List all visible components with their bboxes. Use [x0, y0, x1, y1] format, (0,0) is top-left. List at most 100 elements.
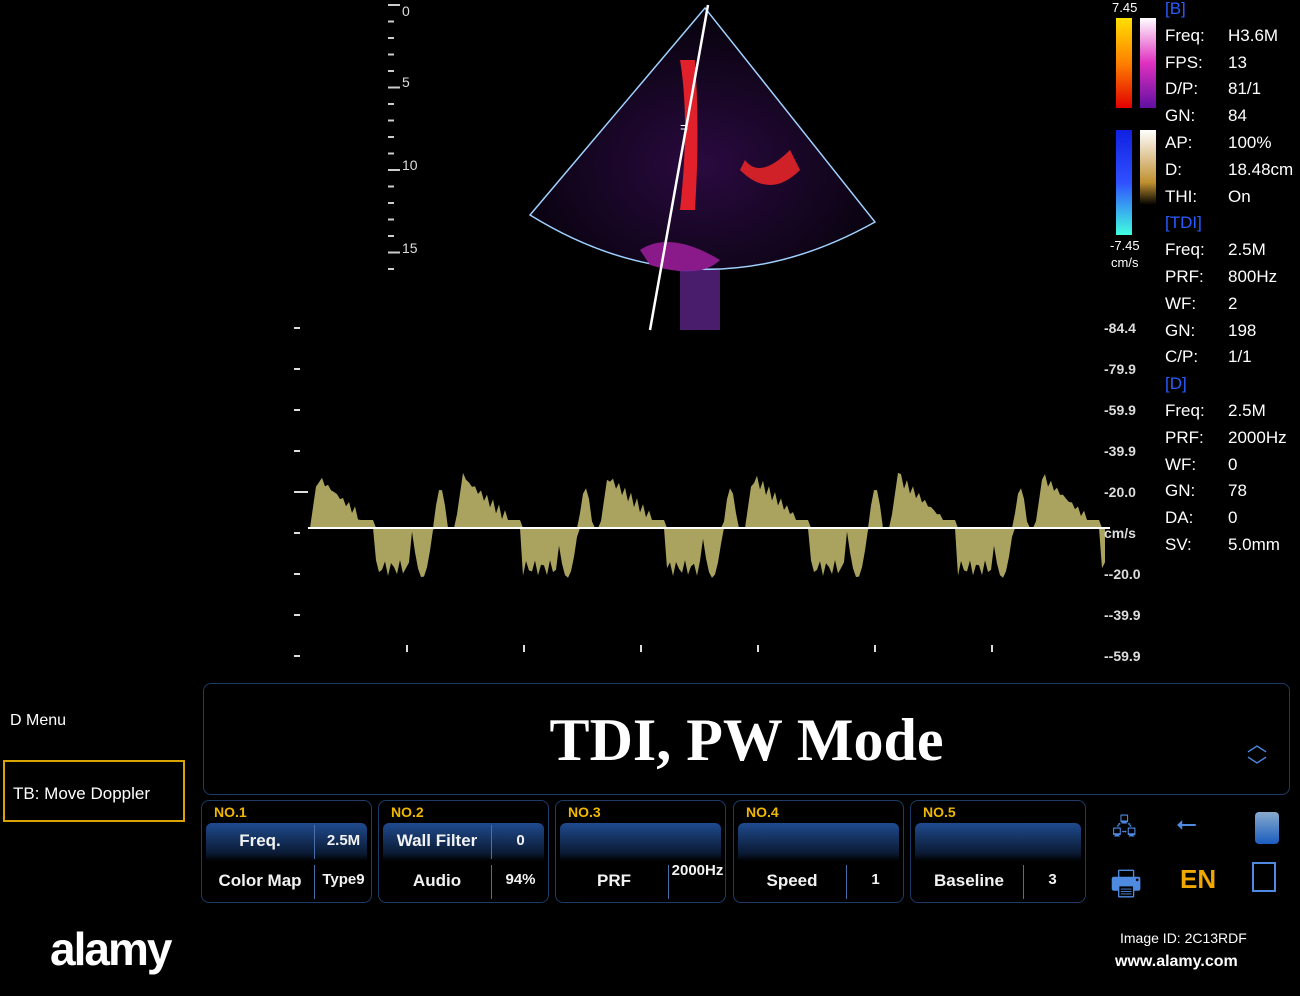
page-up-down[interactable]: ︿ ﹀ — [1247, 734, 1267, 778]
ultrasound-sector-image: = — [528, 4, 877, 331]
param-label: WF: — [1165, 454, 1197, 474]
mode-title: TDI, PW Mode — [549, 707, 944, 773]
spectral-waveform — [310, 528, 1105, 578]
velocity-label: -59.9 — [1104, 402, 1136, 418]
control-value[interactable]: 94% — [493, 872, 548, 888]
spectral-waveform — [310, 472, 1105, 528]
param-label: GN: — [1165, 481, 1196, 501]
menu-title: D Menu — [10, 712, 67, 729]
alamy-logo: alamy — [50, 923, 172, 975]
param-value: 1/1 — [1228, 347, 1252, 367]
control-label[interactable]: Baseline — [915, 871, 1023, 891]
section-header: [B] — [1165, 0, 1186, 18]
velocity-label: -84.4 — [1104, 320, 1136, 336]
network-icon[interactable]: 🖧 — [1112, 810, 1137, 848]
param-value: 2.5M — [1228, 240, 1266, 260]
group-top-button[interactable] — [560, 823, 721, 861]
usb-icon[interactable]: ⭠ — [1176, 808, 1197, 840]
param-label: PRF: — [1165, 427, 1204, 447]
color-bar-min: -7.45 — [1110, 238, 1140, 253]
param-value: On — [1228, 186, 1251, 206]
color-bar-max: 7.45 — [1112, 0, 1138, 15]
param-value: 84 — [1228, 106, 1247, 126]
tdi-bar-positive — [1140, 18, 1156, 108]
param-value: 13 — [1228, 52, 1247, 72]
group-number: NO.3 — [568, 804, 601, 820]
group-top-button[interactable] — [915, 823, 1081, 861]
menu-hint: TB: Move Doppler — [3, 760, 185, 822]
storage-icon[interactable] — [1255, 812, 1279, 844]
language-indicator[interactable]: EN — [1180, 864, 1216, 895]
control-label[interactable]: Speed — [738, 871, 846, 891]
control-value[interactable]: 2.5M — [316, 832, 371, 849]
param-value: 0 — [1228, 454, 1238, 474]
param-value: 81/1 — [1228, 79, 1262, 99]
param-label: D/P: — [1165, 79, 1199, 99]
computer-icon[interactable] — [1252, 862, 1276, 892]
color-bar-unit: cm/s — [1111, 255, 1139, 270]
param-label: GN: — [1165, 106, 1196, 126]
depth-label: 5 — [402, 74, 410, 90]
control-value[interactable]: Type9 — [316, 872, 371, 888]
velocity-label: --59.9 — [1104, 648, 1141, 664]
param-value: 18.48cm — [1228, 159, 1294, 179]
param-value: 2000Hz — [1228, 427, 1287, 447]
chevron-down-icon[interactable]: ﹀ — [1247, 756, 1267, 778]
control-group-2: NO.2 Wall Filter 0 Audio 94% — [378, 800, 549, 903]
control-label[interactable]: Wall Filter — [383, 831, 491, 851]
param-label: GN: — [1165, 320, 1196, 340]
param-value: 0 — [1228, 508, 1238, 528]
param-label: Freq: — [1165, 25, 1205, 45]
svg-text:=: = — [680, 119, 688, 135]
param-label: AP: — [1165, 133, 1193, 152]
group-top-button[interactable] — [738, 823, 899, 861]
depth-label: 10 — [402, 157, 418, 173]
param-label: WF: — [1165, 293, 1197, 313]
control-label[interactable]: Freq. — [206, 831, 314, 851]
group-number: NO.2 — [391, 804, 424, 820]
control-value[interactable]: 2000Hz — [670, 863, 725, 879]
param-label: THI: — [1165, 186, 1198, 206]
group-number: NO.1 — [214, 804, 247, 820]
velocity-label: -39.9 — [1104, 443, 1136, 459]
image-id: Image ID: 2C13RDF — [1120, 930, 1247, 946]
group-number: NO.4 — [746, 804, 779, 820]
param-value: 198 — [1228, 320, 1257, 340]
velocity-label: cm/s — [1104, 525, 1136, 541]
param-label: Freq: — [1165, 401, 1205, 420]
param-label: Freq: — [1165, 240, 1205, 260]
param-value: 78 — [1228, 481, 1247, 501]
color-bar-positive — [1116, 18, 1132, 108]
param-value: H3.6M — [1228, 25, 1279, 45]
control-label[interactable]: PRF — [560, 871, 668, 891]
control-group-3: NO.3 PRF 2000Hz — [555, 800, 726, 903]
velocity-label: --20.0 — [1104, 566, 1141, 582]
group-number: NO.5 — [923, 804, 956, 820]
control-value[interactable]: 0 — [493, 832, 548, 849]
param-label: SV: — [1165, 535, 1192, 554]
velocity-label: -79.9 — [1104, 361, 1136, 377]
control-group-5: NO.5 Baseline 3 — [910, 800, 1086, 903]
param-value: 800Hz — [1228, 267, 1278, 286]
control-group-4: NO.4 Speed 1 — [733, 800, 904, 903]
param-label: C/P: — [1165, 347, 1199, 367]
param-value: 2.5M — [1228, 401, 1266, 420]
control-label[interactable]: Color Map — [206, 871, 314, 891]
param-label: DA: — [1165, 508, 1194, 528]
depth-label: 0 — [402, 3, 410, 19]
section-header: [D] — [1165, 374, 1187, 394]
control-value[interactable]: 1 — [848, 872, 903, 888]
param-value: 100% — [1228, 133, 1272, 152]
velocity-label: -20.0 — [1104, 484, 1136, 500]
depth-label: 15 — [402, 240, 418, 256]
param-value: 2 — [1228, 293, 1238, 313]
param-label: FPS: — [1165, 52, 1203, 72]
control-group-1: NO.1 Freq. 2.5M Color Map Type9 — [201, 800, 372, 903]
control-label[interactable]: Audio — [383, 871, 491, 891]
mode-panel: TDI, PW Mode ︿ ﹀ — [203, 683, 1290, 795]
chevron-up-icon[interactable]: ︿ — [1247, 734, 1267, 756]
control-value[interactable]: 3 — [1025, 872, 1080, 888]
printer-icon[interactable]: 🖶 — [1110, 860, 1142, 917]
site-url: www.alamy.com — [1115, 953, 1238, 970]
param-label: PRF: — [1165, 267, 1204, 286]
